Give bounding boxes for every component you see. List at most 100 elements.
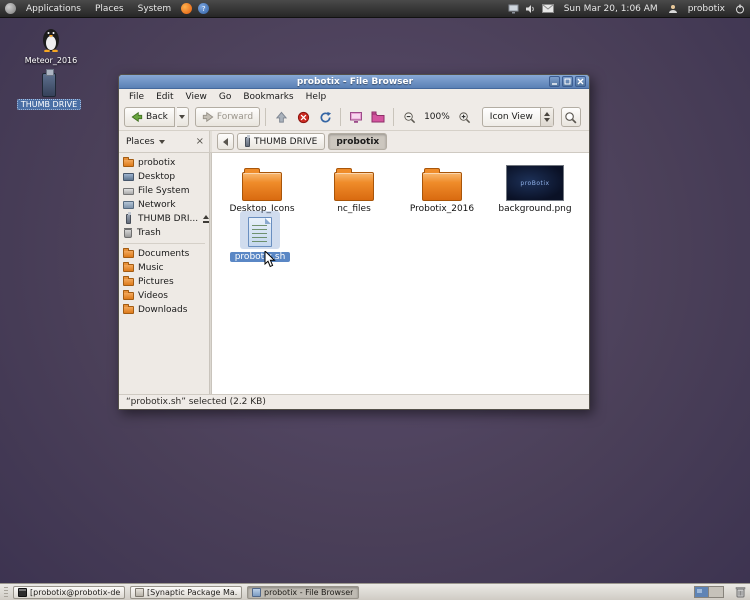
folder-icon <box>422 172 462 201</box>
folder-icon <box>123 264 134 272</box>
maximize-button[interactable] <box>562 76 573 87</box>
zoom-in-button[interactable] <box>455 107 475 127</box>
sidebar-item-documents[interactable]: Documents <box>119 247 209 261</box>
menu-edit[interactable]: Edit <box>150 91 179 103</box>
file-view[interactable]: Desktop_Icons nc_files Probotix_2016 pro… <box>212 153 589 394</box>
task-synaptic[interactable]: [Synaptic Package Ma... <box>130 586 242 599</box>
desktop-icon-thumb-drive[interactable]: THUMB DRIVE <box>16 68 82 110</box>
sidebar-item-music[interactable]: Music <box>119 261 209 275</box>
task-terminal[interactable]: [probotix@probotix-de... <box>13 586 125 599</box>
sidebar-item-probotix[interactable]: probotix <box>119 156 209 170</box>
window-list-handle[interactable] <box>4 587 8 598</box>
view-mode-select[interactable]: Icon View <box>482 107 554 127</box>
top-panel: Applications Places System ? Sun Mar 20,… <box>0 0 750 18</box>
close-button[interactable] <box>575 76 586 87</box>
clock[interactable]: Sun Mar 20, 1:06 AM <box>560 3 662 15</box>
forward-button[interactable]: Forward <box>195 107 260 127</box>
reload-button[interactable] <box>315 107 335 127</box>
path-segment-probotix[interactable]: probotix <box>328 133 387 150</box>
sidebar-pane-label: Places <box>126 137 155 147</box>
sidebar-item-trash[interactable]: Trash <box>119 226 209 240</box>
view-mode-value: Icon View <box>483 112 540 122</box>
mail-indicator-icon[interactable] <box>542 4 554 13</box>
window-title: probotix - File Browser <box>161 77 549 87</box>
status-bar: “probotix.sh” selected (2.2 KB) <box>119 394 589 409</box>
back-arrow-icon <box>131 111 143 123</box>
folder-icon <box>123 292 134 300</box>
folder-icon <box>123 250 134 258</box>
minimize-button[interactable] <box>549 76 560 87</box>
terminal-icon <box>18 588 27 597</box>
usb-drive-icon <box>245 137 250 147</box>
up-button[interactable] <box>271 107 291 127</box>
menu-places[interactable]: Places <box>91 3 128 15</box>
browser-launcher-icon[interactable] <box>181 3 192 14</box>
menu-applications[interactable]: Applications <box>22 3 85 15</box>
menu-help[interactable]: Help <box>300 91 333 103</box>
distributor-logo-icon[interactable] <box>5 3 16 14</box>
display-indicator-icon[interactable] <box>508 4 519 14</box>
path-scroll-left-button[interactable] <box>217 133 234 150</box>
file-background-png[interactable]: proBotix background.png <box>490 163 580 214</box>
trash-applet[interactable] <box>735 586 746 598</box>
file-browser-window: probotix - File Browser File Edit View G… <box>118 74 590 410</box>
workspace-1[interactable] <box>695 587 709 597</box>
location-row: Places × THUMB DRIVE probotix <box>119 131 589 153</box>
stop-icon <box>297 111 310 124</box>
eject-icon[interactable] <box>202 215 209 224</box>
file-probotix-2016[interactable]: Probotix_2016 <box>400 163 484 214</box>
status-text: “probotix.sh” selected (2.2 KB) <box>126 397 266 407</box>
stop-button[interactable] <box>293 107 313 127</box>
desktop-icon-label: THUMB DRIVE <box>17 99 81 110</box>
reload-icon <box>319 111 332 124</box>
menu-bookmarks[interactable]: Bookmarks <box>237 91 299 103</box>
file-nc-files[interactable]: nc_files <box>312 163 396 214</box>
sidebar-item-desktop[interactable]: Desktop <box>119 170 209 184</box>
home-button[interactable] <box>368 107 388 127</box>
back-history-dropdown[interactable] <box>177 107 189 127</box>
sidebar-item-network[interactable]: Network <box>119 198 209 212</box>
folder-icon <box>123 159 134 167</box>
menu-system[interactable]: System <box>134 3 176 15</box>
menu-file[interactable]: File <box>123 91 150 103</box>
task-file-browser[interactable]: probotix - File Browser <box>247 586 359 599</box>
menu-go[interactable]: Go <box>213 91 237 103</box>
places-sidebar: probotix Desktop File System Network THU… <box>119 153 209 394</box>
computer-button[interactable] <box>346 107 366 127</box>
power-icon[interactable] <box>735 4 745 14</box>
window-titlebar[interactable]: probotix - File Browser <box>119 75 589 89</box>
desktop-icon-meteor-2016[interactable]: Meteor_2016 <box>18 25 84 65</box>
trash-icon <box>124 229 132 238</box>
sidebar-separator <box>123 243 205 244</box>
search-icon <box>564 111 577 124</box>
folder-icon <box>242 172 282 201</box>
volume-icon[interactable] <box>525 4 536 14</box>
view-mode-stepper[interactable] <box>540 108 553 126</box>
back-button[interactable]: Back <box>124 107 175 127</box>
sidebar-item-videos[interactable]: Videos <box>119 289 209 303</box>
file-label-selected: probotix.sh <box>230 252 291 262</box>
trash-icon <box>735 586 746 598</box>
sidebar-item-thumb-drive[interactable]: THUMB DRI... <box>119 212 209 226</box>
desktop-screen: Applications Places System ? Sun Mar 20,… <box>0 0 750 600</box>
forward-arrow-icon <box>202 111 214 123</box>
menu-view[interactable]: View <box>180 91 213 103</box>
workspace-2[interactable] <box>709 587 723 597</box>
network-icon <box>123 201 134 209</box>
file-browser-icon <box>252 588 261 597</box>
file-desktop-icons[interactable]: Desktop_Icons <box>220 163 304 214</box>
help-launcher-icon[interactable]: ? <box>198 3 209 14</box>
zoom-out-button[interactable] <box>399 107 419 127</box>
workspace-switcher <box>694 586 724 598</box>
user-icon <box>668 4 678 14</box>
sidebar-item-pictures[interactable]: Pictures <box>119 275 209 289</box>
close-sidebar-button[interactable]: × <box>196 137 204 147</box>
sidebar-pane-select[interactable]: Places <box>124 136 167 148</box>
search-button[interactable] <box>561 107 581 127</box>
sidebar-item-file-system[interactable]: File System <box>119 184 209 198</box>
path-bar: THUMB DRIVE probotix <box>212 133 589 150</box>
sidebar-item-downloads[interactable]: Downloads <box>119 303 209 317</box>
path-segment-thumb-drive[interactable]: THUMB DRIVE <box>237 133 325 150</box>
file-probotix-sh[interactable]: probotix.sh <box>218 211 302 262</box>
user-menu[interactable]: probotix <box>684 3 729 15</box>
